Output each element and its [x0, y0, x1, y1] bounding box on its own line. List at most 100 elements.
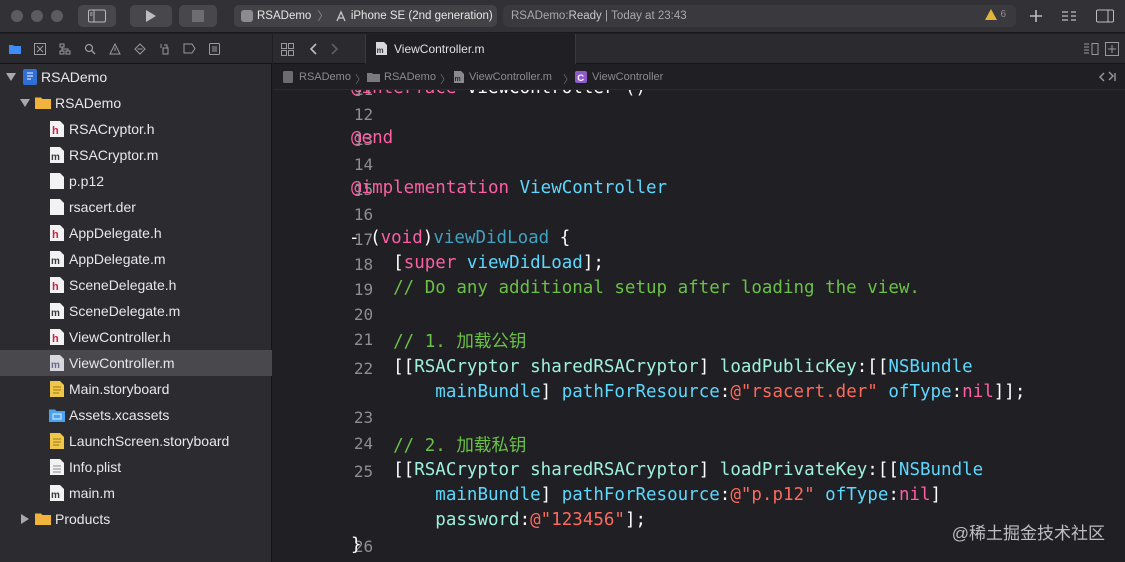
code-line: 13 @end — [273, 127, 1125, 152]
device-name[interactable]: iPhone SE (2nd generation) — [351, 10, 493, 22]
string-literal: @"rsacert.der" — [730, 382, 878, 402]
tree-item-file-selected[interactable]: m ViewController.m — [0, 350, 272, 376]
scheme-separator: 〉 — [317, 11, 329, 23]
back-chevron-icon[interactable] — [309, 43, 317, 55]
toggle-navigator-button[interactable] — [78, 5, 116, 27]
header-file-icon: h — [50, 329, 64, 345]
jumpbar-project[interactable]: RSADemo — [299, 71, 351, 83]
tree-item-label: AppDelegate.m — [69, 251, 166, 267]
line-number: 20 — [353, 305, 374, 324]
review-icon — [1062, 11, 1076, 21]
split-editor-plus-icon[interactable] — [1105, 42, 1119, 56]
toggle-inspector-button[interactable] — [1090, 5, 1120, 27]
jumpbar-separator: 〉 — [563, 74, 574, 86]
tab-viewcontroller-m[interactable]: m ViewController.m — [365, 34, 576, 64]
minimize-window-button[interactable] — [31, 10, 43, 22]
line-number: 14 — [353, 155, 374, 174]
tree-item-file[interactable]: Assets.xcassets — [0, 402, 272, 428]
header-file-icon: h — [50, 225, 64, 241]
jumpbar-file[interactable]: ViewController.m — [469, 71, 552, 83]
next-issue-icon[interactable] — [1107, 71, 1119, 83]
tree-item-label: Info.plist — [69, 459, 122, 475]
close-window-button[interactable] — [11, 10, 23, 22]
tree-item-file[interactable]: m RSACryptor.m — [0, 142, 272, 168]
svg-text:m: m — [455, 76, 461, 83]
scheme-selector[interactable]: RSADemo 〉 iPhone SE (2nd generation) — [234, 5, 497, 27]
disclosure-open-icon[interactable] — [20, 99, 30, 107]
status-project: RSADemo: — [511, 10, 569, 22]
tree-item-file[interactable]: Info.plist — [0, 454, 272, 480]
tree-item-file[interactable]: Main.storyboard — [0, 376, 272, 402]
project-navigator-tab[interactable] — [4, 41, 25, 57]
code-token: :[[ — [856, 357, 889, 377]
forward-chevron-icon[interactable] — [331, 43, 339, 55]
tree-item-project[interactable]: RSADemo — [0, 64, 272, 90]
header-file-icon: h — [50, 121, 64, 137]
tree-item-file[interactable]: m AppDelegate.m — [0, 246, 272, 272]
header-file-icon: h — [50, 277, 64, 293]
disclosure-closed-icon[interactable] — [21, 514, 29, 524]
previous-issue-chevron-icon[interactable] — [1098, 72, 1105, 82]
code-token: [[ — [351, 460, 415, 480]
test-navigator-tab[interactable] — [129, 41, 150, 57]
source-control-tab[interactable] — [29, 41, 50, 57]
library-button[interactable] — [1022, 5, 1050, 27]
code-line: 20 — [273, 302, 1125, 327]
tree-item-group[interactable]: Products — [0, 506, 272, 532]
tree-item-file[interactable]: m SceneDelegate.m — [0, 298, 272, 324]
disclosure-open-icon[interactable] — [6, 73, 16, 81]
line-number: 23 — [353, 408, 374, 427]
tree-item-file[interactable]: h AppDelegate.h — [0, 220, 272, 246]
issue-navigator-tab[interactable] — [104, 41, 125, 57]
inspector-icon — [1096, 9, 1114, 23]
code-review-button[interactable] — [1054, 5, 1084, 27]
zoom-window-button[interactable] — [51, 10, 63, 22]
method-call: mainBundle — [435, 382, 541, 402]
report-icon — [209, 42, 220, 55]
plus-icon — [1030, 10, 1042, 22]
jumpbar-symbol[interactable]: ViewController — [592, 71, 663, 83]
line-number: 26 — [353, 537, 374, 556]
report-navigator-tab[interactable] — [204, 41, 225, 57]
tree-item-file[interactable]: p.p12 — [0, 168, 272, 194]
code-text: @interface ViewController () — [351, 90, 646, 98]
code-line: 17 - (void)viewDidLoad { — [273, 227, 1125, 252]
activity-status: RSADemo: Ready | Today at 23:43 6 — [503, 5, 1016, 27]
tree-item-file[interactable]: m main.m — [0, 480, 272, 506]
code-text: } — [351, 535, 362, 555]
tree-item-file[interactable]: LaunchScreen.storyboard — [0, 428, 272, 454]
debug-navigator-tab[interactable] — [154, 41, 175, 57]
tree-item-label: p.p12 — [69, 173, 105, 189]
method-call: viewDidLoad — [466, 253, 583, 273]
source-editor[interactable]: 11 @interface ViewController () 12 13 @e… — [273, 90, 1125, 562]
jumpbar-group[interactable]: RSADemo — [384, 71, 436, 83]
tree-item-file[interactable]: rsacert.der — [0, 194, 272, 220]
run-button[interactable] — [130, 5, 172, 27]
svg-text:m: m — [51, 256, 60, 267]
string-literal: @"p.p12" — [730, 485, 815, 505]
tree-item-file[interactable]: h RSACryptor.h — [0, 116, 272, 142]
tree-item-label: RSACryptor.m — [69, 147, 159, 163]
svg-text:h: h — [52, 281, 59, 293]
tree-item-label: SceneDelegate.h — [69, 277, 177, 293]
symbol-navigator-tab[interactable] — [54, 41, 75, 57]
breakpoint-navigator-tab[interactable] — [179, 41, 200, 57]
find-navigator-tab[interactable] — [79, 41, 100, 57]
tree-item-file[interactable]: h ViewController.h — [0, 324, 272, 350]
code-line: 21 // 1. 加载公钥 — [273, 327, 1125, 352]
code-text: // 1. 加载公钥 — [351, 328, 526, 353]
code-token: ) — [422, 228, 434, 248]
tree-item-group[interactable]: RSADemo — [0, 90, 272, 116]
stop-button[interactable] — [179, 5, 217, 27]
warning-indicator[interactable]: 6 — [985, 9, 1006, 20]
code-line: 11 @interface ViewController () — [273, 90, 1125, 102]
xcode-project-icon — [23, 69, 37, 85]
editor-options-icon[interactable] — [1083, 43, 1099, 55]
related-items-icon[interactable] — [281, 43, 294, 56]
implementation-file-icon: m — [50, 355, 64, 371]
keyword: nil — [962, 382, 994, 402]
tree-item-file[interactable]: h SceneDelegate.h — [0, 272, 272, 298]
search-icon — [84, 43, 96, 55]
